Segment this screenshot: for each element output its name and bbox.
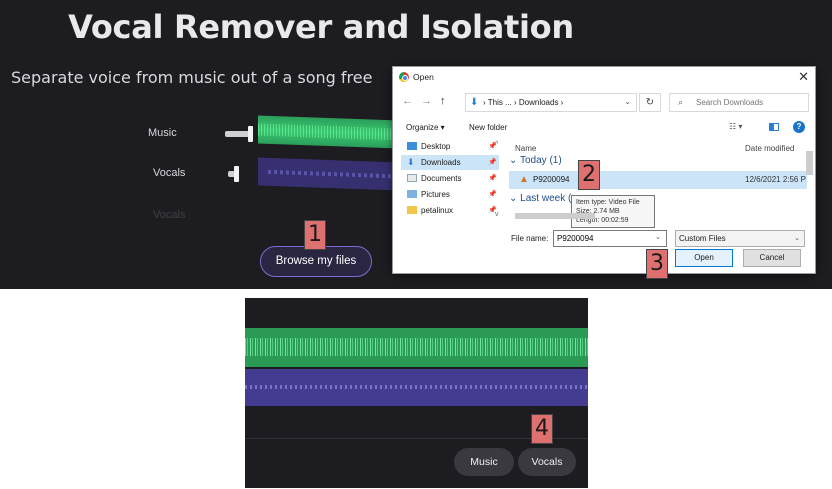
scroll-up-icon[interactable]: ^ [495, 141, 498, 148]
nav-item-documents[interactable]: Documents 📌 [401, 171, 499, 186]
open-file-dialog: Open ✕ ← → ↑ ⬇ › This ... › Downloads › … [392, 66, 816, 274]
dialog-title: Open [413, 72, 434, 82]
search-input[interactable] [696, 98, 804, 107]
scrollbar-thumb[interactable] [515, 213, 595, 219]
step-label-1: 1 [304, 220, 326, 250]
close-icon[interactable]: ✕ [798, 69, 809, 85]
file-type-value: Custom Files [679, 234, 726, 243]
pin-icon: 📌 [488, 175, 497, 182]
nav-item-label: Downloads [421, 158, 461, 167]
chevron-down-icon: ⌄ [794, 235, 800, 242]
column-header-date-modified[interactable]: Date modified [745, 144, 794, 153]
breadcrumb-this-pc[interactable]: This ... [488, 98, 512, 107]
music-track-label: Music [148, 127, 177, 139]
nav-item-downloads[interactable]: ⬇ Downloads 📌 [401, 155, 499, 170]
vocals-track-label: Vocals [153, 167, 186, 179]
page-subtitle: Separate voice from music out of a song … [11, 68, 373, 87]
horizontal-scrollbar[interactable] [505, 211, 805, 221]
file-name: P9200094 [533, 175, 570, 184]
nav-item-label: Documents [421, 174, 462, 183]
chrome-icon [399, 72, 409, 82]
music-waveform [258, 115, 400, 149]
vocal-remover-page: Vocal Remover and Isolation Separate voi… [0, 0, 832, 289]
folder-icon [407, 206, 417, 214]
music-track-row: Music [140, 115, 400, 152]
back-arrow-icon[interactable]: ← [402, 95, 413, 107]
tooltip-type: Item type: Video File [576, 199, 640, 206]
vocals-button[interactable]: Vocals [518, 448, 576, 476]
breadcrumb-downloads[interactable]: Downloads [519, 98, 559, 107]
organize-button[interactable]: Organize ▾ [406, 123, 445, 132]
path-breadcrumb[interactable]: ⬇ › This ... › Downloads › ⌄ [465, 93, 637, 112]
dialog-toolbar: Organize ▾ New folder ☷ ▾ ? [393, 117, 815, 137]
step-label-3: 3 [646, 249, 668, 279]
chevron-down-icon[interactable]: ⌄ [655, 233, 661, 241]
cancel-button[interactable]: Cancel [743, 249, 801, 267]
pin-icon: 📌 [488, 191, 497, 198]
browse-files-button[interactable]: Browse my files [260, 246, 372, 277]
open-button[interactable]: Open [675, 249, 733, 267]
music-waveform [245, 328, 588, 367]
file-name-input[interactable] [553, 230, 667, 247]
new-folder-button[interactable]: New folder [469, 123, 507, 132]
vocals-waveform [245, 369, 588, 406]
refresh-button[interactable]: ↻ [639, 93, 661, 112]
search-icon: ⌕ [678, 97, 684, 107]
downloads-arrow-icon: ⬇ [470, 97, 479, 108]
file-date-modified: 12/6/2021 2:56 P [745, 175, 806, 184]
vocals-track-row: Vocals [140, 157, 400, 192]
column-header-name[interactable]: Name [515, 144, 536, 153]
music-fader-knob [248, 126, 253, 142]
nav-item-desktop[interactable]: Desktop 📌 [401, 139, 499, 154]
nav-item-label: Pictures [421, 190, 450, 199]
chevron-down-icon[interactable]: ⌄ [624, 97, 631, 106]
nav-item-label: petalinux [421, 206, 454, 215]
pin-icon: 📌 [488, 159, 497, 166]
dialog-titlebar: Open ✕ [393, 67, 815, 87]
step-label-2: 2 [578, 160, 600, 190]
desktop-icon [407, 142, 417, 150]
up-arrow-icon[interactable]: ↑ [440, 95, 446, 107]
group-label: Last week ( [520, 193, 572, 204]
nav-item-pictures[interactable]: Pictures 📌 [401, 187, 499, 202]
help-icon[interactable]: ? [793, 121, 805, 133]
page-title: Vocal Remover and Isolation [68, 8, 574, 46]
file-row[interactable]: ▲ P9200094 12/6/2021 2:56 P [509, 171, 807, 189]
navigation-pane: Desktop 📌 ⬇ Downloads 📌 Documents 📌 Pict… [393, 139, 501, 227]
forward-arrow-icon[interactable]: → [421, 95, 432, 107]
vocals-reflection-label: Vocals [153, 209, 186, 221]
vlc-file-icon: ▲ [519, 174, 529, 185]
scrollbar-thumb[interactable] [806, 151, 813, 175]
view-options-icon[interactable]: ☷ ▾ [729, 122, 742, 131]
vocals-fader-knob [234, 166, 239, 182]
nav-item-label: Desktop [421, 142, 451, 151]
separated-tracks-panel: Music Vocals [245, 298, 588, 488]
music-button[interactable]: Music [454, 448, 514, 476]
mixer-illustration: Music Vocals Vocals [140, 115, 400, 226]
address-bar: ← → ↑ ⬇ › This ... › Downloads › ⌄ ↻ ⌕ [393, 91, 815, 113]
group-label: Today (1) [519, 155, 562, 166]
step-label-4: 4 [531, 414, 553, 444]
file-name-row: File name: ⌄ Custom Files ⌄ [393, 229, 815, 251]
vocals-track-reflection: Vocals [140, 200, 400, 234]
search-box[interactable]: ⌕ [669, 93, 809, 112]
documents-icon [407, 174, 417, 182]
refresh-icon: ↻ [645, 97, 655, 108]
group-header-last-week[interactable]: ⌄ Last week ( [509, 193, 571, 204]
file-type-select[interactable]: Custom Files ⌄ [675, 230, 805, 247]
nav-item-petalinux[interactable]: petalinux 📌 [401, 203, 499, 218]
pictures-icon [407, 190, 417, 198]
group-header-today[interactable]: ⌄ Today (1) [509, 155, 562, 166]
downloads-icon: ⬇ [407, 157, 415, 167]
preview-pane-icon[interactable] [769, 123, 779, 131]
breadcrumb-path: › This ... › Downloads › [483, 98, 564, 107]
scroll-down-icon[interactable]: v [495, 211, 499, 218]
vocals-waveform [258, 157, 400, 191]
file-name-label: File name: [511, 234, 549, 243]
